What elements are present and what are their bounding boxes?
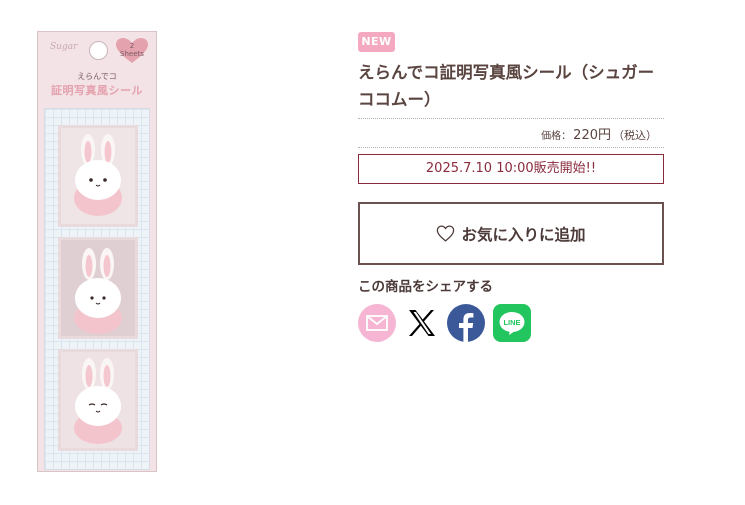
share-x-button[interactable] (403, 304, 441, 342)
divider (358, 118, 664, 119)
line-icon: LINE (493, 304, 531, 342)
sheets-count: 2 Sheets (120, 42, 144, 58)
price-value: 220円 (573, 128, 611, 143)
envelope-icon (358, 304, 396, 342)
share-facebook-button[interactable] (447, 304, 485, 342)
share-line-button[interactable]: LINE (493, 304, 531, 342)
favorites-label: お気に入りに追加 (461, 225, 586, 244)
bunny-photo-2 (58, 237, 138, 339)
price-label: 価格： (541, 131, 572, 142)
product-title: えらんでコ証明写真風シール（シュガーココムー） (358, 63, 655, 109)
divider (358, 147, 664, 148)
price: 価格： 220円 （税込） (541, 124, 657, 143)
package-subtitle: えらんでコ (77, 72, 117, 81)
share-mail-button[interactable] (358, 304, 396, 342)
hang-hole (89, 41, 108, 60)
heart-outline-icon (437, 225, 455, 242)
add-to-favorites-button[interactable]: お気に入りに追加 (358, 202, 664, 265)
brand-logo: Sugar (50, 42, 78, 52)
tax-note: （税込） (613, 129, 657, 142)
release-date-notice: 2025.7.10 10:00販売開始!! (358, 154, 664, 184)
product-image[interactable]: Sugar 2 Sheets えらんでコ 証明写真風シール (37, 31, 157, 472)
line-logo-text: LINE (503, 318, 520, 327)
new-badge: NEW (358, 32, 395, 52)
x-logo-icon (409, 310, 435, 336)
bunny-photo-1 (58, 125, 138, 227)
share-heading: この商品をシェアする (358, 279, 493, 295)
facebook-icon (447, 304, 485, 342)
sticker-sheet (44, 108, 150, 470)
bunny-photo-3 (58, 349, 138, 451)
package-header: Sugar 2 Sheets えらんでコ 証明写真風シール (38, 32, 156, 102)
package-title: 証明写真風シール (51, 84, 143, 97)
